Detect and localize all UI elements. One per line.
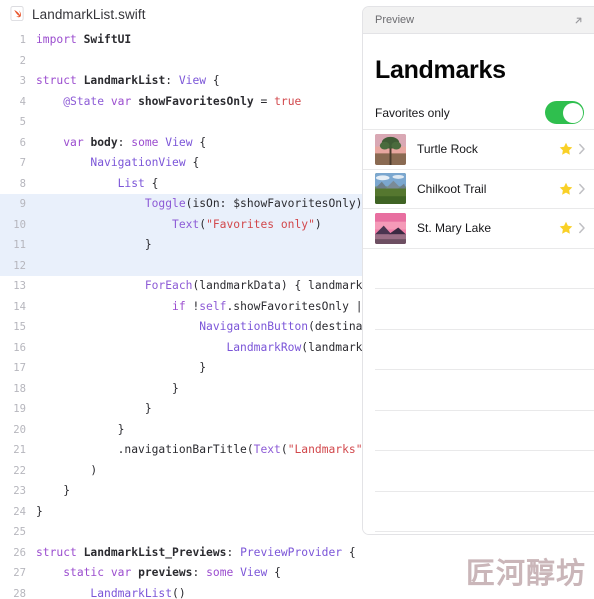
line-number: 23 [13,485,26,497]
favorites-only-toggle[interactable] [545,101,584,124]
landmark-row[interactable]: St. Mary Lake [363,209,594,249]
code-text: } [36,504,43,518]
landmark-row[interactable]: Chilkoot Trail [363,170,594,209]
line-number: 10 [13,218,26,231]
code-text: NavigationButton(destination: [199,320,397,333]
landmark-name-label: Turtle Rock [417,142,478,157]
line-number: 27 [13,567,26,579]
code-text: static var previews: some View { [63,566,281,579]
preview-device-canvas: Landmarks Favorites only Turtle Rock Chil… [363,34,594,534]
landmark-thumbnail [375,133,406,165]
line-number: 1 [19,34,26,46]
swift-file-icon [10,5,24,21]
code-text: } [36,422,125,436]
empty-list-row [375,492,594,532]
chevron-right-icon [579,183,585,194]
code-text: struct LandmarkList: View { [36,74,220,87]
line-number: 15 [13,321,26,333]
code-text: Text("Favorites only") [172,217,322,231]
expand-arrow-icon[interactable] [572,14,585,27]
line-number: 28 [13,587,26,599]
line-number: 3 [19,75,26,87]
line-number: 2 [19,54,26,67]
preview-header[interactable]: Preview [363,7,594,34]
line-number: 25 [13,526,26,538]
line-number: 21 [13,444,26,456]
empty-list-row [375,330,594,370]
code-text: var body: some View { [63,135,207,149]
preview-title-label: Preview [375,14,415,26]
line-number: 14 [13,300,26,313]
line-number: 12 [13,259,26,272]
watermark: 匠河醇坊 [465,556,586,590]
landmark-row[interactable]: Turtle Rock [363,130,594,170]
code-text: LandmarkList() [90,586,186,599]
line-number: 26 [13,546,26,559]
code-text: Toggle(isOn: $showFavoritesOnly) { [144,197,377,210]
empty-list-row [375,370,594,411]
page-title: Landmarks [375,56,506,84]
favorites-only-label: Favorites only [375,105,450,120]
landmark-name-label: St. Mary Lake [417,221,492,236]
line-number: 16 [13,341,26,354]
code-text: LandmarkRow(landmark: land [226,340,404,354]
line-number: 6 [19,136,26,149]
favorite-star-icon [559,221,573,234]
code-text: ForEach(landmarkData) { landmark in [144,279,383,292]
line-number: 8 [19,177,26,190]
favorite-star-icon [559,182,573,195]
code-text: } [36,402,152,415]
line-number: 5 [19,116,26,128]
code-text: .navigationBarTitle(Text("Landmarks")) [36,443,377,456]
line-number: 17 [13,362,26,374]
line-number: 22 [13,464,26,477]
code-text: List { [117,176,159,190]
toggle-knob [562,102,583,123]
favorite-star-icon [559,142,573,155]
line-number: 11 [13,239,26,251]
landmark-list: Turtle Rock Chilkoot Trail St. Mary Lake [363,130,594,532]
code-text: } [36,381,179,395]
line-number: 9 [19,198,26,210]
line-number: 4 [19,95,26,108]
empty-list-row [375,451,594,492]
empty-list-row [375,411,594,451]
chevron-right-icon [579,223,585,234]
empty-list-row [375,289,594,330]
turtle-rock-thumbnail [375,133,406,165]
file-name-label: LandmarkList.swift [32,6,146,22]
line-number: 19 [13,403,26,415]
line-number: 20 [13,423,26,436]
line-number: 7 [19,157,26,169]
chilkoot-trail-thumbnail [375,173,406,205]
chevron-right-icon [579,144,585,155]
st-mary-lake-thumbnail [375,212,406,244]
landmark-name-label: Chilkoot Trail [417,181,487,196]
code-text: struct LandmarkList_Previews: PreviewPro… [36,545,356,559]
code-text: } [36,484,71,497]
line-number: 13 [13,280,26,292]
line-number: 18 [13,382,26,395]
landmark-thumbnail [375,212,406,244]
favorites-only-row[interactable]: Favorites only [363,96,594,130]
code-text: if !self.showFavoritesOnly || land [172,299,404,313]
empty-list-row [375,249,594,289]
code-text: } [36,361,207,374]
preview-panel: Preview Landmarks Favorites only Turtle … [362,6,594,535]
code-text: import SwiftUI [36,33,132,46]
code-text: @State var showFavoritesOnly = true [63,94,302,108]
line-number: 24 [13,505,26,518]
landmark-thumbnail [375,173,406,205]
code-text: NavigationView { [90,156,200,169]
code-text: ) [36,463,98,477]
code-text: } [36,238,152,251]
